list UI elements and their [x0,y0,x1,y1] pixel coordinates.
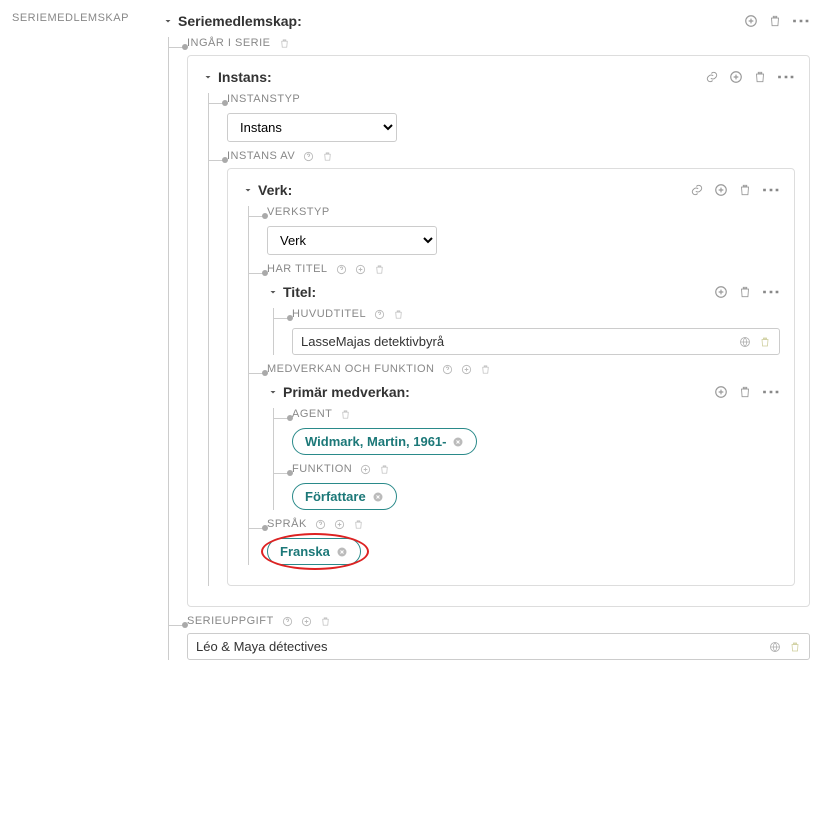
huvudtitel-value: LasseMajas detektivbyrå [301,334,739,349]
help-icon[interactable] [303,151,314,162]
add-icon[interactable] [729,70,743,84]
trash-icon[interactable] [320,616,331,627]
verk-title: Verk: [258,182,292,198]
trash-icon[interactable] [753,70,767,84]
chevron-down-icon[interactable] [267,286,279,298]
verk-card: Verk: ⋮ [227,168,795,586]
seriemedlemskap-header: Seriemedlemskap: ⋮ [162,12,810,29]
remove-icon[interactable] [372,491,384,503]
add-icon[interactable] [714,183,728,197]
trash-icon[interactable] [279,38,290,49]
ingar-i-serie-label: INGÅR I SERIE [187,37,810,49]
serieuppgift-label: SERIEUPPGIFT [187,615,810,627]
trash-icon[interactable] [374,264,385,275]
verkstyp-select[interactable]: Verk [267,226,437,255]
globe-icon[interactable] [739,336,751,348]
trash-icon[interactable] [738,385,752,399]
agent-value: Widmark, Martin, 1961- [305,434,446,449]
primar-medverkan-title: Primär medverkan: [283,384,410,400]
help-icon[interactable] [315,519,326,530]
more-icon[interactable]: ⋮ [762,181,780,198]
trash-icon[interactable] [322,151,333,162]
serieuppgift-value: Léo & Maya détectives [196,639,769,654]
medverkan-label: MEDVERKAN OCH FUNKTION [267,363,780,375]
add-icon[interactable] [360,464,371,475]
more-icon[interactable]: ⋮ [762,383,780,400]
sprak-value: Franska [280,544,330,559]
link-icon[interactable] [690,183,704,197]
instanstyp-select[interactable]: Instans [227,113,397,142]
help-icon[interactable] [442,364,453,375]
agent-label: AGENT [292,408,780,420]
globe-icon[interactable] [769,641,781,653]
add-icon[interactable] [714,285,728,299]
add-icon[interactable] [744,14,758,28]
sprak-label: SPRÅK [267,518,780,530]
remove-icon[interactable] [336,546,348,558]
add-icon[interactable] [355,264,366,275]
funktion-label: FUNKTION [292,463,780,475]
verkstyp-label: VERKSTYP [267,206,780,218]
instans-title: Instans: [218,69,272,85]
instans-card: Instans: ⋮ INSTANSTYP [187,55,810,607]
remove-icon[interactable] [452,436,464,448]
titel-title: Titel: [283,284,316,300]
funktion-chip[interactable]: Författare [292,483,397,510]
chevron-down-icon[interactable] [267,386,279,398]
add-icon[interactable] [301,616,312,627]
chevron-down-icon[interactable] [242,184,254,196]
add-icon[interactable] [334,519,345,530]
agent-chip[interactable]: Widmark, Martin, 1961- [292,428,477,455]
more-icon[interactable]: ⋮ [792,12,810,29]
trash-icon[interactable] [480,364,491,375]
serieuppgift-input[interactable]: Léo & Maya détectives [187,633,810,660]
help-icon[interactable] [336,264,347,275]
help-icon[interactable] [374,309,385,320]
trash-icon[interactable] [768,14,782,28]
chevron-down-icon[interactable] [162,15,174,27]
trash-icon[interactable] [340,409,351,420]
trash-icon[interactable] [379,464,390,475]
trash-icon[interactable] [353,519,364,530]
link-icon[interactable] [705,70,719,84]
more-icon[interactable]: ⋮ [777,68,795,85]
sprak-highlight: Franska [267,538,361,565]
chevron-down-icon[interactable] [202,71,214,83]
huvudtitel-input[interactable]: LasseMajas detektivbyrå [292,328,780,355]
sprak-chip[interactable]: Franska [267,538,361,565]
add-icon[interactable] [461,364,472,375]
help-icon[interactable] [282,616,293,627]
trash-icon[interactable] [789,641,801,653]
har-titel-label: HAR TITEL [267,263,780,275]
trash-icon[interactable] [759,336,771,348]
huvudtitel-label: HUVUDTITEL [292,308,780,320]
funktion-value: Författare [305,489,366,504]
trash-icon[interactable] [738,285,752,299]
instanstyp-label: INSTANSTYP [227,93,795,105]
trash-icon[interactable] [393,309,404,320]
seriemedlemskap-title: Seriemedlemskap: [178,13,302,29]
left-column-label: SERIEMEDLEMSKAP [12,12,142,24]
add-icon[interactable] [714,385,728,399]
trash-icon[interactable] [738,183,752,197]
instans-av-label: INSTANS AV [227,150,795,162]
more-icon[interactable]: ⋮ [762,283,780,300]
